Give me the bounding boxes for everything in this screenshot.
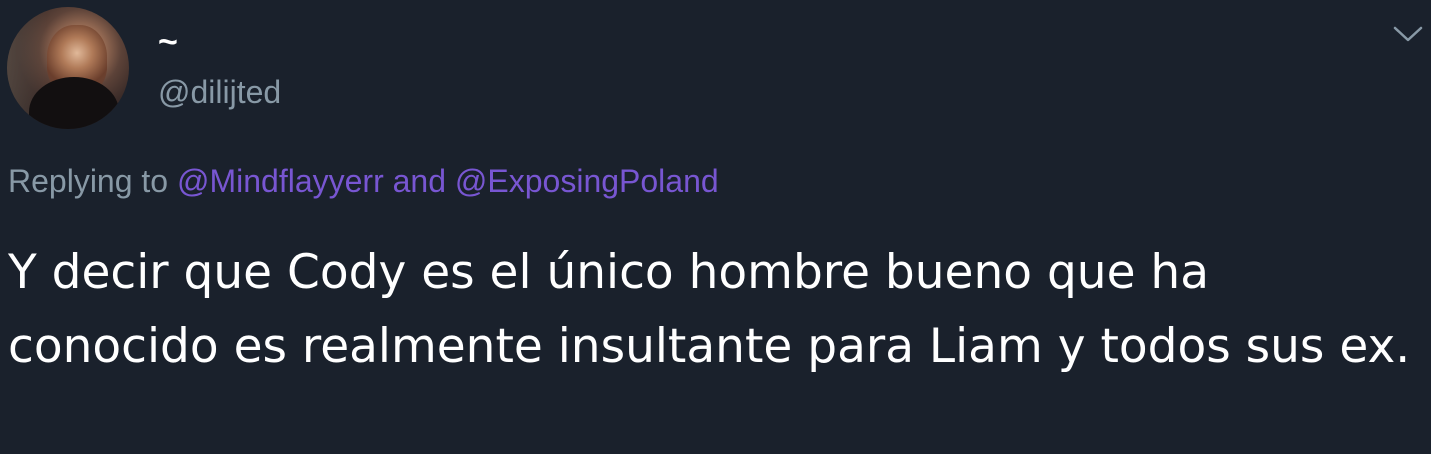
mention-link-2[interactable]: @ExposingPoland	[455, 163, 719, 199]
tweet-text: Y decir que Cody es el único hombre buen…	[8, 245, 1411, 374]
avatar[interactable]	[7, 7, 129, 129]
display-name[interactable]: ~	[158, 22, 178, 62]
user-handle[interactable]: @dilijted	[158, 72, 281, 112]
mention-conjunction: and	[392, 163, 447, 199]
replying-to-label: Replying to	[8, 163, 169, 199]
mention-link-1[interactable]: @Mindflayyerr	[177, 163, 384, 199]
replying-to-line: Replying to @Mindflayyerr and @ExposingP…	[8, 160, 719, 202]
chevron-down-icon[interactable]	[1392, 24, 1424, 44]
